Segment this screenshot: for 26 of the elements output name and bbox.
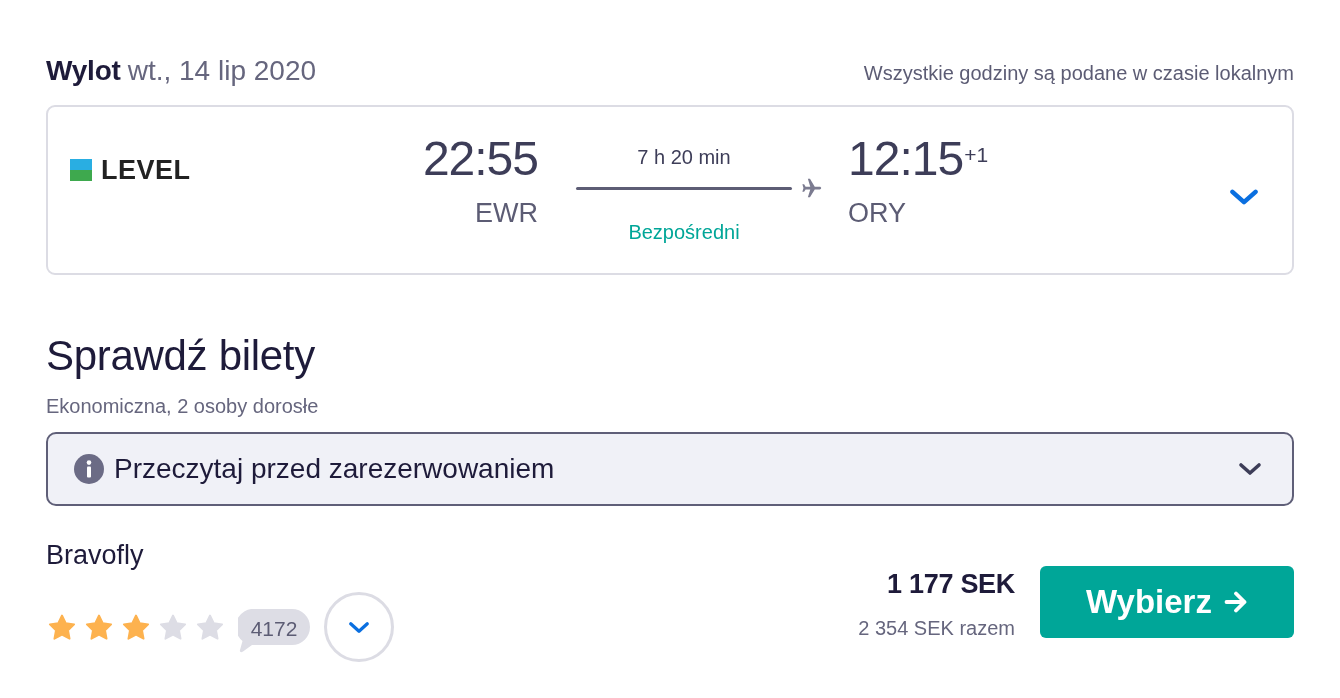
notice-accordion[interactable]: Przeczytaj przed zarezerwowaniem [46, 432, 1294, 506]
star-icon [85, 613, 113, 641]
arrival-time: 12:15 [848, 132, 964, 185]
departure-time: 22:55 [422, 133, 538, 185]
departure-date: wt., 14 lip 2020 [127, 55, 317, 86]
stops-label: Bezpośredni [627, 220, 741, 244]
airplane-icon [801, 177, 823, 199]
arrival-airport: ORY [848, 197, 907, 229]
total-price: 2 354 SEK razem [858, 616, 1015, 640]
local-time-note: Wszystkie godziny są podane w czasie lokalnym [863, 62, 1294, 85]
star-icon [159, 613, 187, 641]
star-icon [196, 613, 224, 641]
price-per-person: 1 177 SEK [887, 568, 1015, 600]
departure-airport: EWR [475, 197, 538, 229]
section-title: Sprawdź bilety [46, 332, 315, 380]
flight-duration: 7 h 20 min [636, 145, 732, 169]
star-icon [48, 613, 76, 641]
arrow-right-icon [1223, 591, 1248, 613]
section-label: Wylot [46, 55, 121, 86]
day-offset: +1 [964, 143, 989, 166]
info-icon [74, 454, 104, 484]
provider-name: Bravofly [46, 539, 144, 571]
review-count: 4172 [238, 609, 310, 655]
airline-logo: LEVEL [70, 157, 191, 183]
star-icon [122, 613, 150, 641]
fare-summary: Ekonomiczna, 2 osoby dorosłe [46, 394, 319, 418]
